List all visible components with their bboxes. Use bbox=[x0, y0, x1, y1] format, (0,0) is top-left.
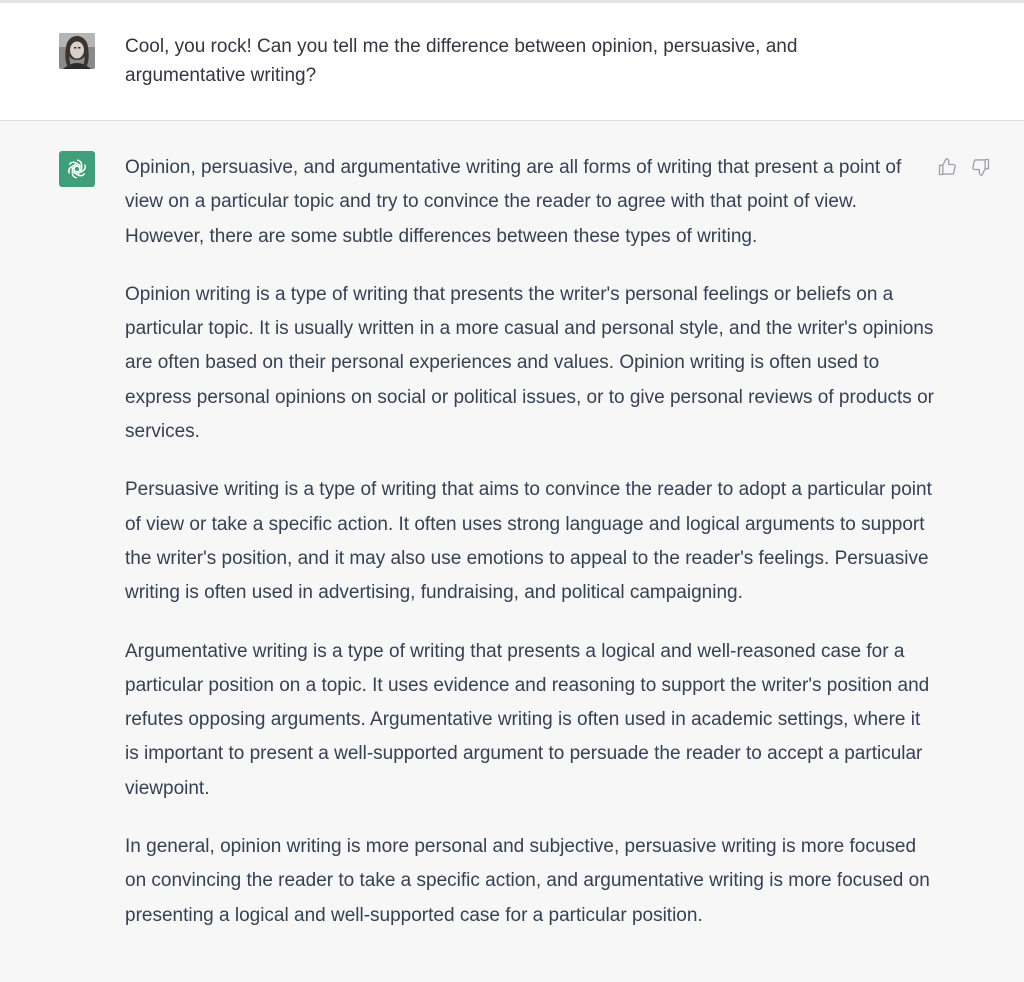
assistant-paragraph: Persuasive writing is a type of writing … bbox=[125, 479, 932, 604]
user-message-row: Cool, you rock! Can you tell me the diff… bbox=[0, 3, 1024, 121]
openai-logo-icon bbox=[67, 159, 87, 179]
feedback-controls bbox=[936, 156, 992, 178]
assistant-avatar bbox=[59, 151, 95, 187]
user-message-text: Cool, you rock! Can you tell me the diff… bbox=[125, 36, 798, 86]
user-avatar-photo bbox=[59, 33, 95, 69]
assistant-message-body: Opinion, persuasive, and argumentative w… bbox=[125, 151, 935, 957]
assistant-message-row: Opinion, persuasive, and argumentative w… bbox=[0, 121, 1024, 982]
assistant-paragraph: In general, opinion writing is more pers… bbox=[125, 836, 930, 926]
assistant-paragraph: Opinion, persuasive, and argumentative w… bbox=[125, 157, 902, 247]
user-avatar bbox=[59, 33, 95, 69]
thumbs-up-icon bbox=[938, 158, 956, 176]
assistant-paragraph: Argumentative writing is a type of writi… bbox=[125, 640, 930, 799]
thumbs-up-button[interactable] bbox=[936, 156, 958, 178]
assistant-paragraph: Opinion writing is a type of writing tha… bbox=[125, 283, 934, 443]
thumbs-down-button[interactable] bbox=[970, 156, 992, 178]
thumbs-down-icon bbox=[972, 158, 990, 176]
